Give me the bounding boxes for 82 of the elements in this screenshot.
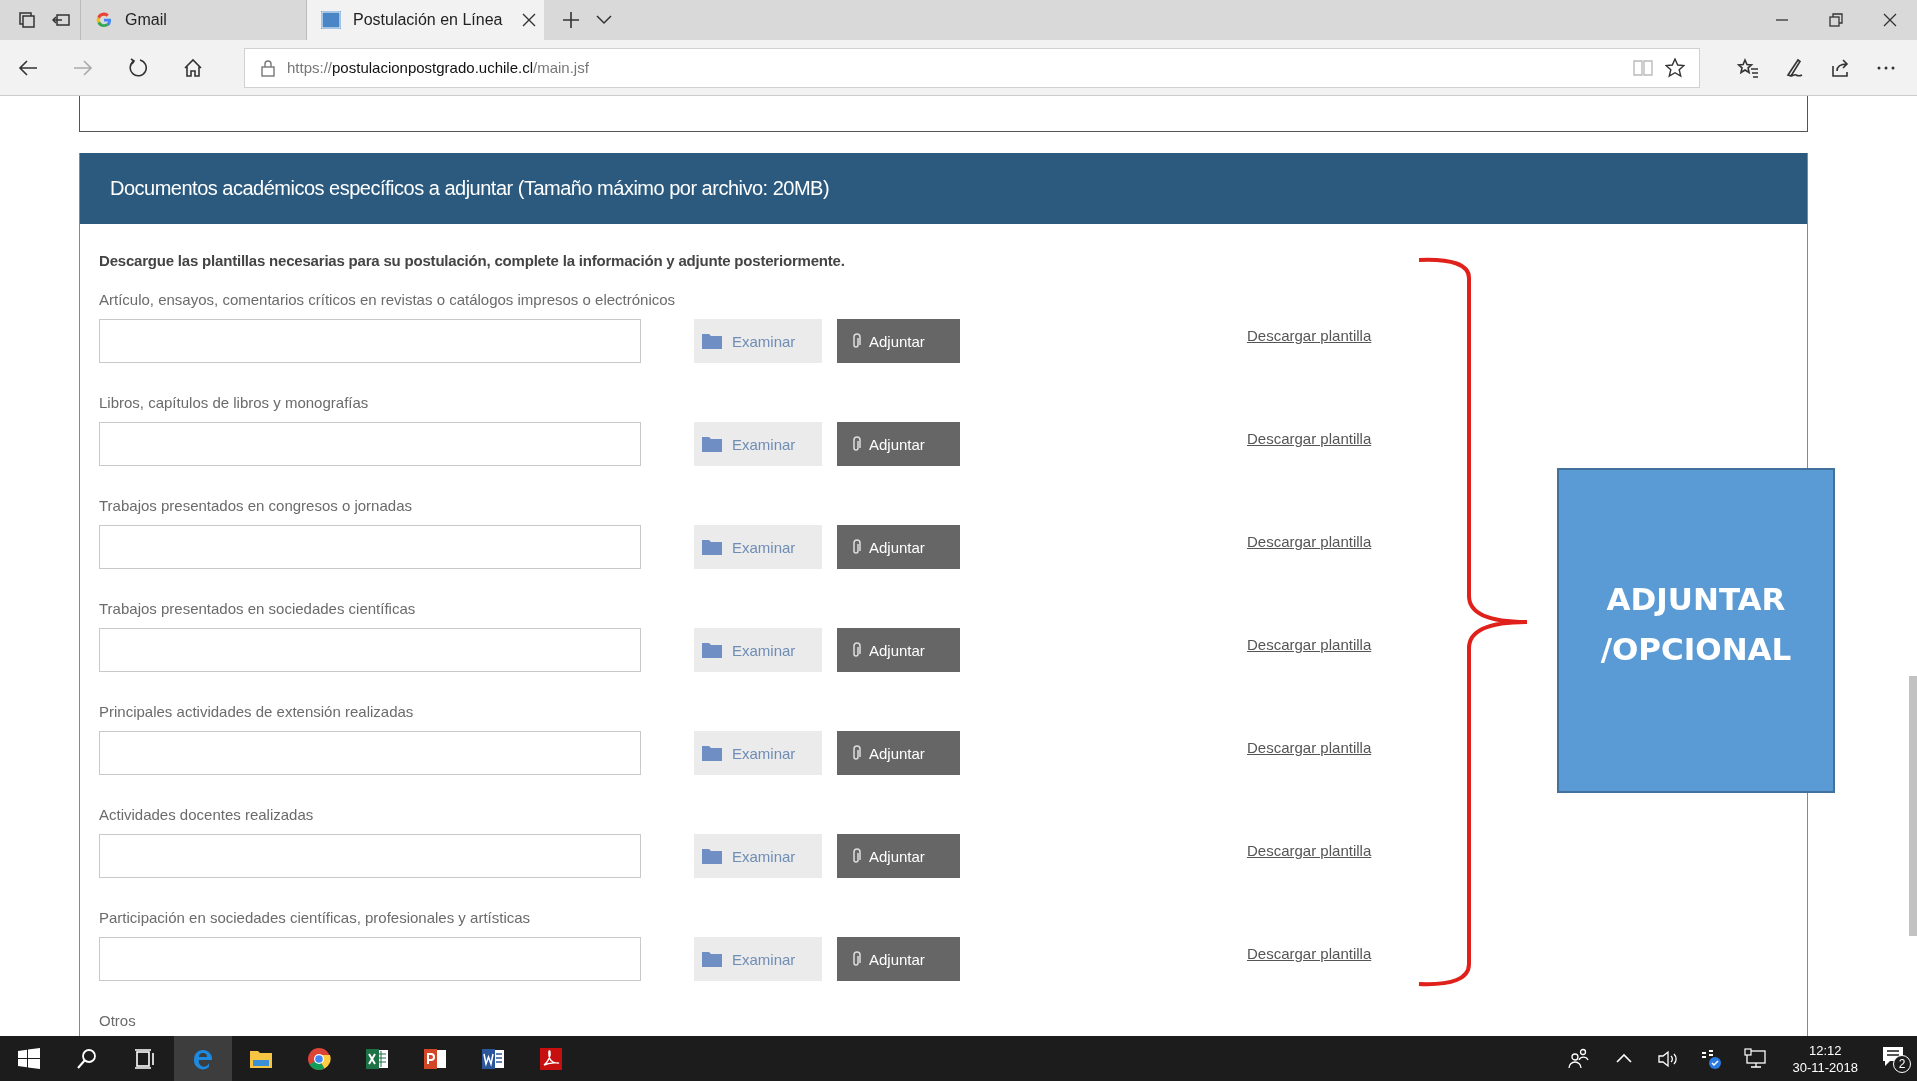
- notification-count: 2: [1893, 1054, 1911, 1073]
- task-view-icon[interactable]: [133, 1046, 157, 1071]
- folder-icon: [702, 436, 722, 452]
- paperclip-icon: [851, 539, 861, 555]
- pdf-app-icon[interactable]: [539, 1046, 563, 1071]
- back-arrow-icon[interactable]: [18, 58, 38, 77]
- field-label: Actividades docentes realizadas: [99, 805, 314, 825]
- field-label: Trabajos presentados en congresos o jornadas: [99, 496, 412, 516]
- file-input[interactable]: [99, 834, 641, 878]
- paperclip-icon: [851, 333, 861, 349]
- file-input[interactable]: [99, 937, 641, 981]
- file-input[interactable]: [99, 422, 641, 466]
- new-tab-icon[interactable]: [562, 11, 580, 29]
- chrome-logo-icon[interactable]: [307, 1046, 331, 1071]
- clock-time[interactable]: 12:12: [1808, 1041, 1842, 1059]
- download-template-link[interactable]: Descargar plantilla: [1247, 327, 1372, 344]
- file-input[interactable]: [99, 319, 641, 363]
- chevron-down-icon[interactable]: [596, 15, 612, 25]
- folder-icon: [702, 745, 722, 761]
- start-windows-icon[interactable]: [17, 1046, 41, 1071]
- forward-arrow-icon: [73, 58, 93, 77]
- attach-button[interactable]: Adjuntar: [837, 628, 960, 672]
- attach-button[interactable]: Adjuntar: [837, 731, 960, 775]
- refresh-icon[interactable]: [128, 57, 148, 78]
- paperclip-icon: [851, 642, 861, 658]
- attach-button[interactable]: Adjuntar: [837, 834, 960, 878]
- paperclip-icon: [851, 848, 861, 864]
- attach-button[interactable]: Adjuntar: [837, 422, 960, 466]
- download-template-link[interactable]: Descargar plantilla: [1247, 636, 1372, 653]
- set-aside-tabs-icon[interactable]: [52, 11, 70, 29]
- spreadsheet-app-icon[interactable]: [365, 1046, 389, 1071]
- paperclip-icon: [851, 745, 861, 761]
- paperclip-icon: [851, 436, 861, 452]
- pen-icon[interactable]: [1785, 57, 1805, 78]
- star-icon[interactable]: [1665, 57, 1685, 78]
- close-tab-icon[interactable]: [522, 13, 536, 27]
- google-logo-icon: [95, 11, 113, 29]
- search-icon[interactable]: [75, 1046, 99, 1071]
- close-window-icon[interactable]: [1883, 13, 1897, 27]
- network-icon[interactable]: [1744, 1046, 1769, 1071]
- attach-button[interactable]: Adjuntar: [837, 937, 960, 981]
- instructions-text: Descargue las plantillas necesarias para su postulación, complete la información y adjunte posteriormente.: [99, 252, 846, 269]
- section-header: Documentos académicos específicos a adjuntar (Tamaño máximo por archivo: 20MB): [80, 153, 1807, 224]
- field-label: Principales actividades de extensión realizadas: [99, 702, 414, 722]
- field-label: Artículo, ensayos, comentarios críticos en revistas o catálogos impresos o electrónicos: [99, 290, 676, 310]
- clock-date[interactable]: 30-11-2018: [1792, 1058, 1858, 1076]
- download-template-link[interactable]: Descargar plantilla: [1247, 430, 1372, 447]
- folder-icon: [702, 642, 722, 658]
- browser-tab[interactable]: Postulación en Línea: [306, 0, 544, 40]
- field-label: Trabajos presentados en sociedades científicas: [99, 599, 416, 619]
- file-input[interactable]: [99, 628, 641, 672]
- folder-icon: [702, 333, 722, 349]
- home-icon[interactable]: [183, 57, 203, 78]
- file-input[interactable]: [99, 731, 641, 775]
- folder-icon: [702, 951, 722, 967]
- download-template-link[interactable]: Descargar plantilla: [1247, 739, 1372, 756]
- lock-icon: [261, 58, 275, 77]
- url-text: https://postulacionpostgrado.uchile.cl/main.jsf: [287, 59, 590, 76]
- folder-icon: [702, 539, 722, 555]
- restore-icon[interactable]: [1829, 13, 1843, 27]
- notification-button[interactable]: 2: [1882, 1044, 1911, 1073]
- field-label: Libros, capítulos de libros y monografías: [99, 393, 369, 413]
- download-template-link[interactable]: Descargar plantilla: [1247, 945, 1372, 962]
- address-bar[interactable]: https://postulacionpostgrado.uchile.cl/main.jsf: [244, 47, 1700, 88]
- document-app-icon[interactable]: [481, 1046, 505, 1071]
- tab-preview-icon[interactable]: [18, 11, 36, 29]
- attach-button[interactable]: Adjuntar: [837, 319, 960, 363]
- more-icon[interactable]: [1877, 65, 1895, 70]
- favorites-icon[interactable]: [1737, 57, 1759, 78]
- download-template-link[interactable]: Descargar plantilla: [1247, 533, 1372, 550]
- site-logo-icon: [321, 11, 341, 29]
- share-icon[interactable]: [1831, 57, 1851, 78]
- slides-app-icon[interactable]: [423, 1046, 447, 1071]
- field-label: Otros: [99, 1011, 136, 1031]
- attach-button[interactable]: Adjuntar: [837, 525, 960, 569]
- download-template-link[interactable]: Descargar plantilla: [1247, 842, 1372, 859]
- file-input[interactable]: [99, 525, 641, 569]
- callout-text: ADJUNTAR /OPCIONAL: [1600, 580, 1792, 669]
- field-label: Participación en sociedades científicas, profesionales y artísticas: [99, 908, 531, 928]
- folder-icon: [702, 848, 722, 864]
- paperclip-icon: [851, 951, 861, 967]
- scrollbar-thumb[interactable]: [1909, 676, 1917, 936]
